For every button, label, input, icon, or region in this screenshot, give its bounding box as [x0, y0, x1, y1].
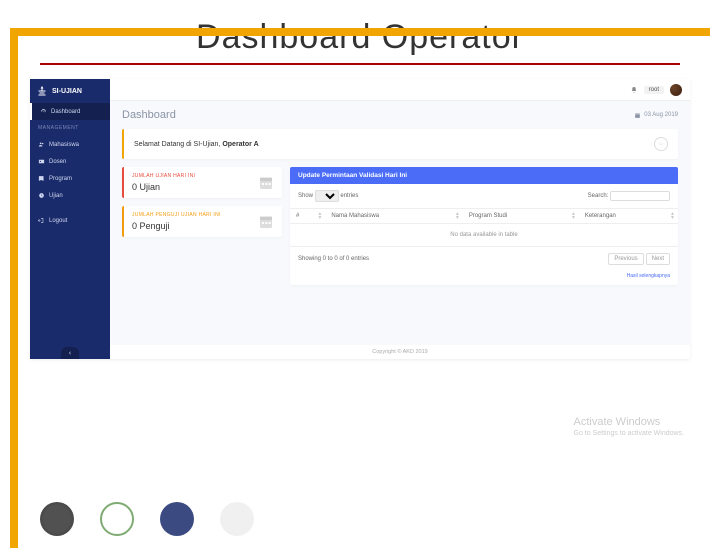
table-info: Showing 0 to 0 of 0 entries [298, 256, 369, 262]
sidebar-collapse-button[interactable] [61, 347, 79, 359]
stat-label: JUMLAH UJIAN HARI INI [132, 173, 195, 179]
sidebar-item-mahasiswa[interactable]: Mahasiswa [30, 136, 110, 153]
stat-label: JUMLAH PENGUJI UJIAN HARI INI [132, 212, 221, 218]
pagination: Previous Next [608, 253, 670, 265]
brand-label: SI-UJIAN [52, 88, 82, 95]
pagination-prev-button[interactable]: Previous [608, 253, 643, 265]
calendar-large-icon [258, 175, 274, 191]
download-link[interactable]: Hasil selengkapnya [627, 273, 670, 279]
sidebar-item-logout[interactable]: Logout [30, 212, 110, 229]
col-prodi[interactable]: Program Studi▴▾ [463, 209, 579, 224]
calendar-large-icon [258, 214, 274, 230]
sidebar-item-ujian[interactable]: Ujian [30, 187, 110, 204]
partner-logo [220, 502, 254, 536]
topbar: root [110, 79, 690, 101]
sidebar-item-program[interactable]: Program [30, 170, 110, 187]
table-footer: Showing 0 to 0 of 0 entries Previous Nex… [290, 247, 678, 271]
col-index[interactable]: #▴▾ [290, 209, 325, 224]
pagination-next-button[interactable]: Next [646, 253, 670, 265]
stat-value: 0 Ujian [132, 182, 195, 192]
logout-icon [38, 217, 45, 224]
validation-table-card: Update Permintaan Validasi Hari Ini Show… [290, 167, 678, 285]
smiley-icon: ⌣ [654, 137, 668, 151]
sidebar-item-label: Mahasiswa [49, 142, 79, 148]
sidebar-item-label: Dosen [49, 159, 66, 165]
gauge-icon [40, 108, 47, 115]
page-header: Dashboard 03 Aug 2019 [110, 101, 690, 129]
search-label: Search: [588, 193, 609, 199]
col-keterangan[interactable]: Keterangan▴▾ [579, 209, 678, 224]
sidebar-item-dashboard[interactable]: Dashboard [30, 103, 110, 120]
id-icon [38, 158, 45, 165]
welcome-card: Selamat Datang di SI-Ujian, Operator A ⌣ [122, 129, 678, 159]
table-title: Update Permintaan Validasi Hari Ini [290, 167, 678, 184]
data-table: #▴▾ Nama Mahasiswa▴▾ Program Studi▴▾ Ket… [290, 208, 678, 247]
avatar[interactable] [670, 84, 682, 96]
show-label: Show [298, 193, 313, 199]
col-nama[interactable]: Nama Mahasiswa▴▾ [325, 209, 463, 224]
chevron-left-icon [67, 350, 73, 356]
table-controls: Show 10 entries Search: [290, 184, 678, 208]
content: Selamat Datang di SI-Ujian, Operator A ⌣… [110, 129, 690, 295]
sidebar-item-dosen[interactable]: Dosen [30, 153, 110, 170]
partner-logo [40, 502, 74, 536]
table-empty-text: No data available in table [290, 224, 678, 247]
main-area: root Dashboard 03 Aug 2019 Selamat Datan… [110, 79, 690, 359]
partner-logo [100, 502, 134, 536]
windows-watermark: Activate Windows Go to Settings to activ… [574, 416, 685, 438]
search-input[interactable] [610, 191, 670, 201]
partner-logo [160, 502, 194, 536]
entries-label: entries [340, 193, 358, 199]
sidebar-item-label: Program [49, 176, 72, 182]
welcome-user: Operator A [222, 141, 258, 148]
brand-icon [36, 85, 48, 97]
sidebar-section-label: MANAGEMENT [30, 120, 110, 136]
sidebar-item-label: Ujian [49, 193, 63, 199]
watermark-sub: Go to Settings to activate Windows. [574, 430, 685, 438]
bell-icon[interactable] [630, 86, 638, 94]
app-screenshot: SI-UJIAN Dashboard MANAGEMENT Mahasiswa … [30, 79, 690, 359]
calendar-icon [634, 112, 641, 119]
sidebar-item-label: Logout [49, 218, 67, 224]
page-size-select[interactable]: 10 [315, 190, 339, 202]
clock-icon [38, 192, 45, 199]
users-icon [38, 141, 45, 148]
stat-card-penguji: JUMLAH PENGUJI UJIAN HARI INI 0 Penguji [122, 206, 282, 237]
welcome-prefix: Selamat Datang di SI-Ujian, [134, 141, 222, 148]
watermark-title: Activate Windows [574, 416, 685, 429]
sidebar-item-label: Dashboard [51, 109, 80, 115]
footer-copyright: Copyright © AKD 2019 [110, 345, 690, 359]
book-icon [38, 175, 45, 182]
user-role-badge[interactable]: root [644, 86, 664, 94]
date-display: 03 Aug 2019 [634, 112, 678, 119]
logo-strip [40, 502, 680, 536]
brand[interactable]: SI-UJIAN [30, 79, 110, 103]
date-text: 03 Aug 2019 [644, 112, 678, 118]
sidebar: SI-UJIAN Dashboard MANAGEMENT Mahasiswa … [30, 79, 110, 359]
stat-value: 0 Penguji [132, 221, 221, 231]
welcome-text: Selamat Datang di SI-Ujian, Operator A [134, 141, 259, 148]
page-title: Dashboard [122, 109, 176, 121]
stat-card-ujian: JUMLAH UJIAN HARI INI 0 Ujian [122, 167, 282, 198]
